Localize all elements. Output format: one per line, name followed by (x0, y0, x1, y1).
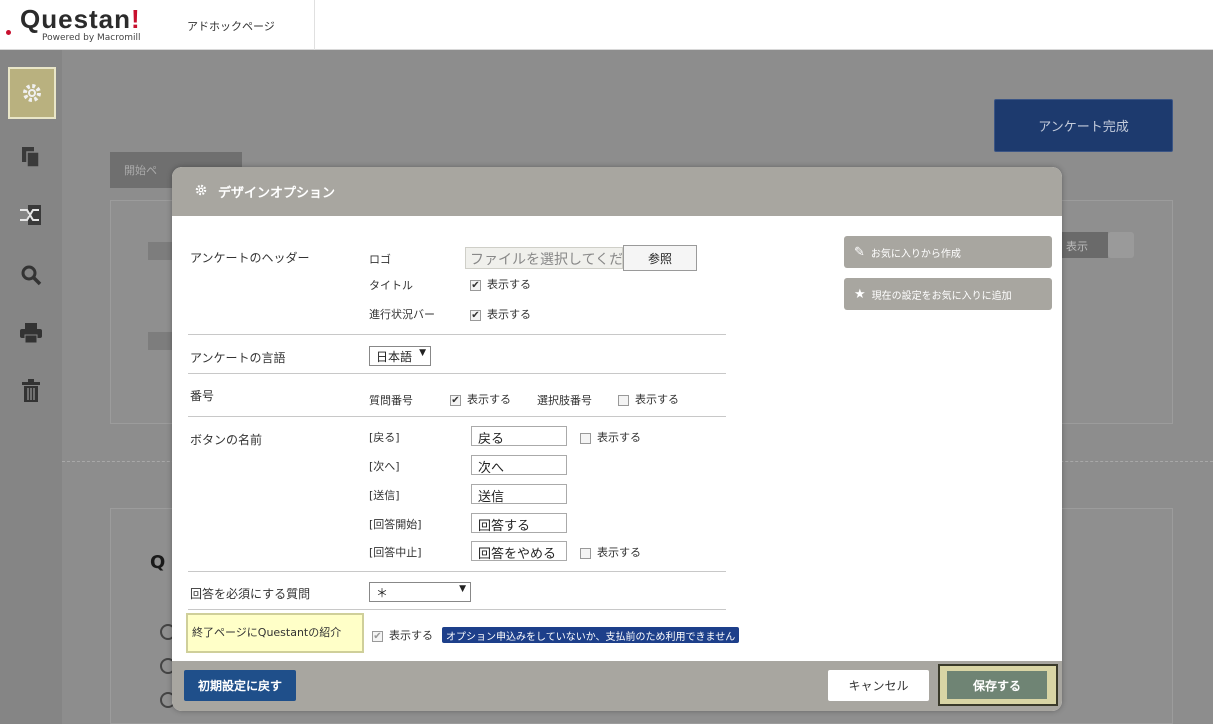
button-names-label: ボタンの名前 (190, 433, 263, 447)
stop-display-checkbox[interactable] (580, 547, 591, 559)
title-display-text: 表示する (487, 278, 531, 291)
start-button-label: [回答開始] (369, 518, 422, 531)
next-button-input[interactable]: 次へ (471, 455, 567, 476)
section-divider (188, 609, 726, 610)
section-divider (188, 373, 726, 374)
bg-field-marker (148, 242, 172, 260)
end-page-display-checkbox[interactable]: ✔ (372, 630, 383, 642)
logo-text: Questan (20, 4, 132, 34)
back-button-input[interactable]: 戻る (471, 426, 567, 447)
section-divider (188, 334, 726, 335)
save-button-highlight: 保存する (938, 664, 1058, 706)
submit-button-input[interactable]: 送信 (471, 484, 567, 505)
title-display-option[interactable]: ✔ 表示する (470, 276, 531, 292)
number-label: 番号 (190, 389, 215, 403)
header-section-label: アンケートのヘッダー (190, 251, 310, 265)
question-number-checkbox[interactable]: ✔ (450, 394, 461, 406)
back-display-option[interactable]: 表示する (580, 429, 641, 445)
display-toggle[interactable] (1108, 232, 1134, 258)
stop-button-input[interactable]: 回答をやめる (471, 541, 567, 562)
bg-field-marker (148, 332, 172, 350)
design-options-dialog: デザインオプション アンケートのヘッダー ロゴ ファイルを選択してくださ 参照 … (172, 167, 1062, 711)
sidebar (0, 50, 62, 724)
save-button[interactable]: 保存する (947, 671, 1047, 699)
progress-display-checkbox[interactable]: ✔ (470, 309, 481, 321)
top-header: Questan! Powered by Macromill アドホックページ (0, 0, 1213, 50)
reset-defaults-button[interactable]: 初期設定に戻す (184, 670, 296, 701)
choice-number-text: 表示する (635, 393, 679, 406)
gear-icon[interactable] (8, 67, 56, 119)
end-page-intro-label: 終了ページにQuestantの紹介 (186, 613, 364, 653)
logo-file-input[interactable]: ファイルを選択してくださ (465, 247, 623, 269)
start-button-input[interactable]: 回答する (471, 513, 567, 534)
question-number-text: 表示する (467, 393, 511, 406)
trash-icon[interactable] (10, 370, 52, 412)
create-from-favorites-button[interactable]: ✎ お気に入りから作成 (844, 236, 1052, 268)
submit-button-label: [送信] (369, 489, 400, 502)
complete-survey-button[interactable]: アンケート完成 (994, 99, 1173, 152)
section-divider (188, 571, 726, 572)
back-display-text: 表示する (597, 431, 641, 444)
end-page-display-option[interactable]: ✔ 表示する (372, 627, 433, 643)
next-button-label: [次へ] (369, 460, 400, 473)
stop-button-label: [回答中止] (369, 546, 422, 559)
logo-subtitle: Powered by Macromill (42, 33, 141, 43)
question-number: Q (150, 552, 166, 573)
add-to-favorites-text: 現在の設定をお気に入りに追加 (871, 290, 1012, 302)
dropdown-arrow-icon: ▼ (459, 584, 466, 594)
language-value: 日本語 (376, 350, 413, 364)
stop-display-option[interactable]: 表示する (580, 544, 641, 560)
logo-dot-icon (6, 30, 11, 35)
section-divider (188, 416, 726, 417)
back-display-checkbox[interactable] (580, 432, 591, 444)
cancel-button[interactable]: キャンセル (828, 670, 929, 701)
dialog-title: デザインオプション (218, 186, 336, 201)
stop-display-text: 表示する (597, 546, 641, 559)
choice-number-checkbox[interactable] (618, 394, 629, 406)
language-label: アンケートの言語 (190, 351, 286, 365)
dropdown-arrow-icon: ▼ (419, 348, 426, 358)
logo-exclamation: ! (131, 4, 141, 34)
browse-button[interactable]: 参照 (623, 245, 697, 271)
print-icon[interactable] (10, 312, 52, 354)
display-toggle-label: 表示 (1058, 232, 1108, 258)
add-to-favorites-button[interactable]: ★ 現在の設定をお気に入りに追加 (844, 278, 1052, 310)
logo-label: ロゴ (369, 253, 391, 266)
progress-display-text: 表示する (487, 308, 531, 321)
star-icon: ★ (854, 286, 866, 302)
shuffle-icon[interactable] (10, 194, 52, 236)
required-mark-value: ＊ (376, 586, 389, 600)
title-display-checkbox[interactable]: ✔ (470, 279, 481, 291)
required-question-label: 回答を必須にする質問 (190, 587, 311, 601)
end-page-display-text: 表示する (389, 629, 433, 642)
progress-display-option[interactable]: ✔ 表示する (470, 306, 531, 322)
gear-icon (194, 183, 208, 201)
question-number-option[interactable]: ✔ 表示する (450, 391, 511, 407)
dialog-footer: 初期設定に戻す キャンセル 保存する (172, 661, 1062, 711)
copy-icon[interactable] (10, 136, 52, 178)
option-unavailable-notice: オプション申込みをしていないか、支払前のため利用できません (442, 627, 740, 643)
questant-logo[interactable]: Questan! Powered by Macromill (20, 4, 141, 43)
required-mark-select[interactable]: ＊ ▼ (369, 582, 471, 602)
back-button-label: [戻る] (369, 431, 400, 444)
question-number-label: 質問番号 (369, 394, 413, 407)
title-label: タイトル (369, 279, 413, 292)
dialog-header: デザインオプション (172, 167, 1062, 216)
language-select[interactable]: 日本語 ▼ (369, 346, 431, 366)
choice-number-label: 選択肢番号 (537, 394, 592, 407)
search-icon[interactable] (10, 254, 52, 296)
create-from-favorites-text: お気に入りから作成 (870, 248, 961, 260)
page-tab-adhoc[interactable]: アドホックページ (165, 0, 315, 50)
progress-bar-label: 進行状況バー (369, 308, 435, 321)
pencil-icon: ✎ (854, 244, 865, 260)
choice-number-option[interactable]: 表示する (618, 391, 679, 407)
